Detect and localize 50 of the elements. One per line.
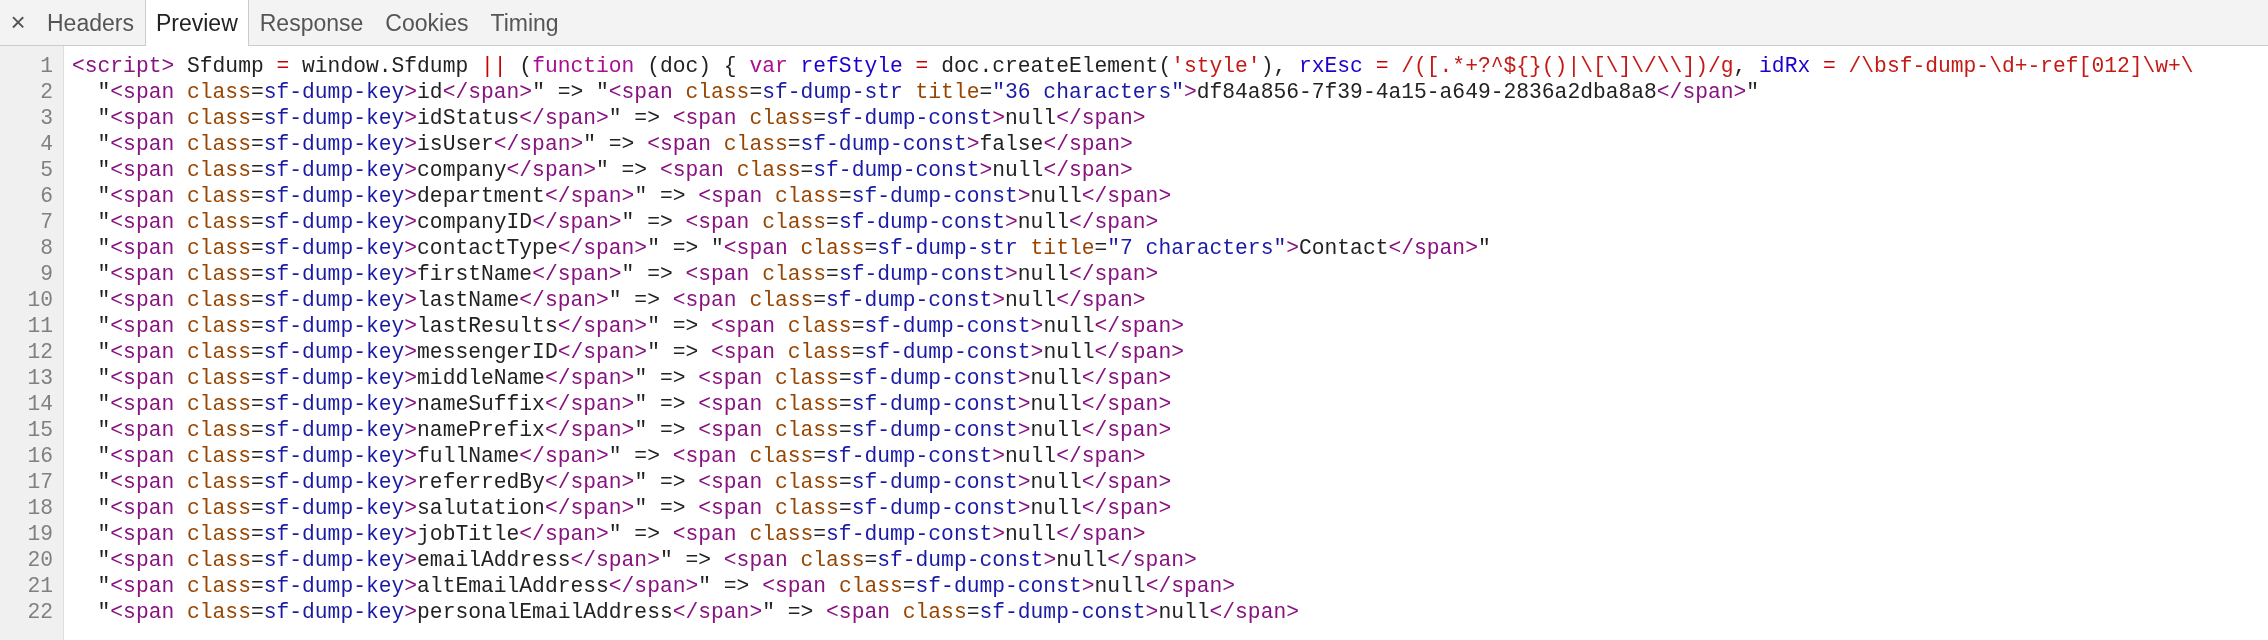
line-number: 21 (27, 573, 53, 599)
line-number: 7 (40, 209, 53, 235)
code-line: "<span class=sf-dump-key>middleName</span>" => <span class=sf-dump-const>null</span> (96, 365, 1172, 391)
close-button[interactable]: × (0, 0, 36, 45)
code-line: "<span class=sf-dump-key>company</span>" => <span class=sf-dump-const>null</span> (96, 157, 1133, 183)
line-number: 17 (27, 469, 53, 495)
line-number: 4 (40, 131, 53, 157)
line-number: 3 (40, 105, 53, 131)
line-number: 6 (40, 183, 53, 209)
code-line: "<span class=sf-dump-key>messengerID</span>" => <span class=sf-dump-const>null</span> (96, 339, 1184, 365)
line-number: 14 (27, 391, 53, 417)
code-line: "<span class=sf-dump-key>companyID</span>" => <span class=sf-dump-const>null</span> (96, 209, 1159, 235)
line-number: 11 (27, 313, 53, 339)
tab[interactable]: Cookies (374, 0, 480, 46)
code-line: <script> Sfdump = window.Sfdump || (function (doc) { var refStyle = doc.createElement('style'), rxEsc = /([.*+?^${}()|\[\]\/\\])/g, idRx = /\bsf-dump-\d+-ref[012]\w+\ (72, 53, 2194, 79)
line-number: 15 (27, 417, 53, 443)
code-line: "<span class=sf-dump-key>personalEmailAddress</span>" => <span class=sf-dump-const>null</span> (96, 599, 1299, 625)
line-number: 2 (40, 79, 53, 105)
code-line: "<span class=sf-dump-key>idStatus</span>" => <span class=sf-dump-const>null</span> (96, 105, 1146, 131)
code-line: "<span class=sf-dump-key>lastResults</span>" => <span class=sf-dump-const>null</span> (96, 313, 1184, 339)
line-number: 19 (27, 521, 53, 547)
code-line: "<span class=sf-dump-key>firstName</span>" => <span class=sf-dump-const>null</span> (96, 261, 1159, 287)
line-number: 5 (40, 157, 53, 183)
tab[interactable]: Response (248, 0, 375, 46)
line-number: 10 (27, 287, 53, 313)
line-number: 12 (27, 339, 53, 365)
code-line: "<span class=sf-dump-key>altEmailAddress</span>" => <span class=sf-dump-const>null</span> (96, 573, 1236, 599)
line-number: 20 (27, 547, 53, 573)
line-number: 18 (27, 495, 53, 521)
code-line: "<span class=sf-dump-key>fullName</span>" => <span class=sf-dump-const>null</span> (96, 443, 1146, 469)
code-line: "<span class=sf-dump-key>salutation</span>" => <span class=sf-dump-const>null</span> (96, 495, 1172, 521)
tab[interactable]: Preview (144, 0, 249, 46)
code-line: "<span class=sf-dump-key>jobTitle</span>" => <span class=sf-dump-const>null</span> (96, 521, 1146, 547)
line-number: 16 (27, 443, 53, 469)
code-line: "<span class=sf-dump-key>namePrefix</span>" => <span class=sf-dump-const>null</span> (96, 417, 1172, 443)
line-number: 1 (40, 53, 53, 79)
code-line: "<span class=sf-dump-key>lastName</span>" => <span class=sf-dump-const>null</span> (96, 287, 1146, 313)
code-line: "<span class=sf-dump-key>nameSuffix</span>" => <span class=sf-dump-const>null</span> (96, 391, 1172, 417)
code-line: "<span class=sf-dump-key>isUser</span>" => <span class=sf-dump-const>false</span> (96, 131, 1133, 157)
code-line: "<span class=sf-dump-key>contactType</span>" => "<span class=sf-dump-str title="7 characters">Contact</span>" (96, 235, 1491, 261)
tab[interactable]: Headers (36, 0, 145, 46)
code-line: "<span class=sf-dump-key>emailAddress</span>" => <span class=sf-dump-const>null</span> (96, 547, 1197, 573)
line-number: 9 (40, 261, 53, 287)
tab[interactable]: Timing (479, 0, 570, 46)
line-number: 22 (27, 599, 53, 625)
code-line: "<span class=sf-dump-key>department</span>" => <span class=sf-dump-const>null</span> (96, 183, 1172, 209)
code-line: "<span class=sf-dump-key>referredBy</span>" => <span class=sf-dump-const>null</span> (96, 469, 1172, 495)
line-number: 13 (27, 365, 53, 391)
line-number: 8 (40, 235, 53, 261)
code-line: "<span class=sf-dump-key>id</span>" => "<span class=sf-dump-str title="36 characters">df84a856-7f39-4a15-a649-2836a2dba8a8</span>" (96, 79, 1760, 105)
